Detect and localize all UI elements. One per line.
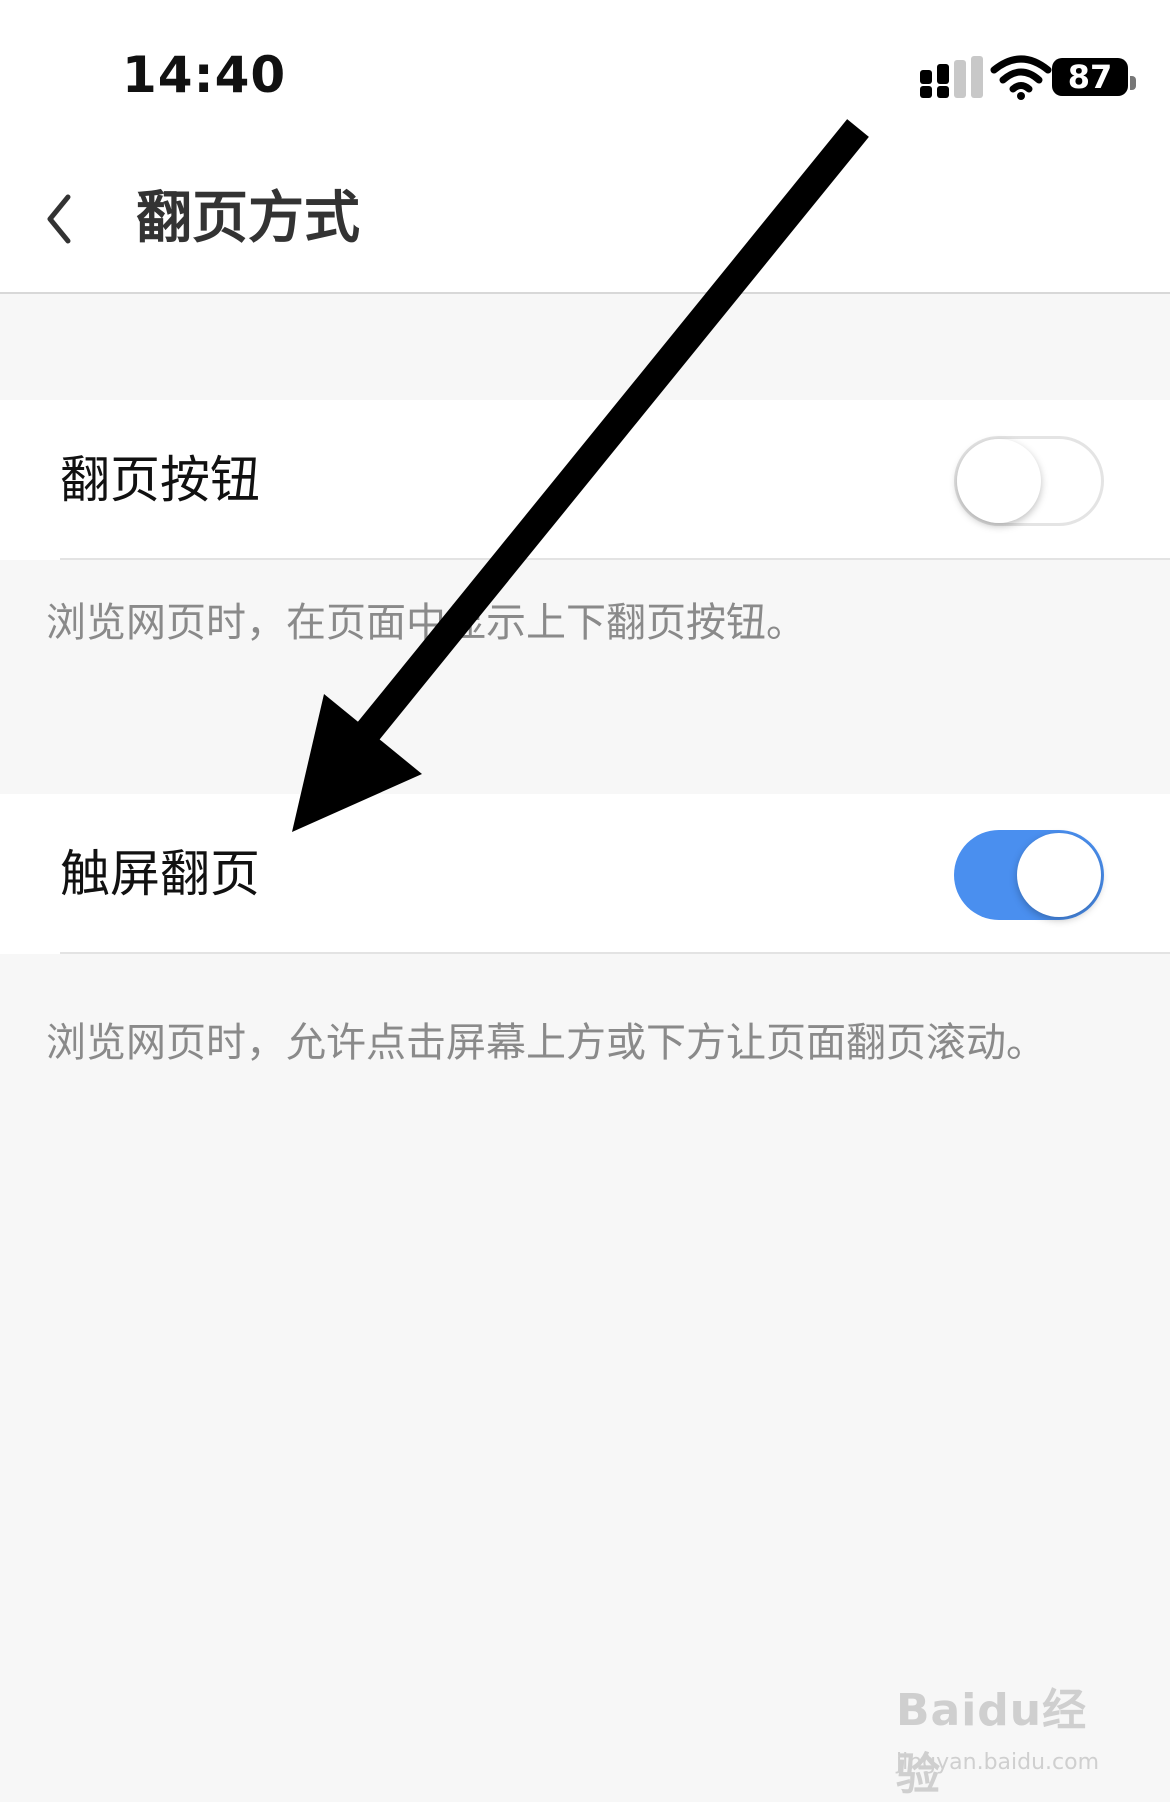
watermark: Baidu经验 jingyan.baidu.com xyxy=(896,1668,1126,1800)
chevron-left-icon[interactable] xyxy=(36,172,80,266)
status-time: 14:40 xyxy=(122,46,287,104)
setting-description: 浏览网页时，在页面中显示上下翻页按钮。 xyxy=(46,600,806,646)
battery-icon: 87 xyxy=(1052,58,1136,96)
setting-row-page-button: 翻页按钮 xyxy=(0,400,1170,560)
setting-row-touch-page-turn: 触屏翻页 xyxy=(0,794,1170,954)
wifi-icon xyxy=(990,55,1052,100)
page-button-toggle[interactable] xyxy=(954,436,1104,526)
toggle-knob xyxy=(1017,833,1101,917)
setting-label: 触屏翻页 xyxy=(60,845,260,903)
battery-level: 87 xyxy=(1067,58,1113,96)
divider xyxy=(60,558,1170,560)
page-title: 翻页方式 xyxy=(136,186,360,251)
setting-label: 翻页按钮 xyxy=(60,451,260,509)
setting-description: 浏览网页时，允许点击屏幕上方或下方让页面翻页滚动。 xyxy=(46,1020,1046,1066)
watermark-logo: Baidu经验 xyxy=(896,1685,1088,1800)
toggle-knob xyxy=(957,439,1041,523)
status-bar: 14:40 87 xyxy=(0,0,1170,150)
divider xyxy=(60,952,1170,954)
nav-bar: 翻页方式 xyxy=(0,150,1170,294)
battery-cap xyxy=(1130,76,1136,90)
watermark-url: jingyan.baidu.com xyxy=(896,1750,1100,1775)
signal-icon xyxy=(920,56,983,98)
touch-page-turn-toggle[interactable] xyxy=(954,830,1104,920)
